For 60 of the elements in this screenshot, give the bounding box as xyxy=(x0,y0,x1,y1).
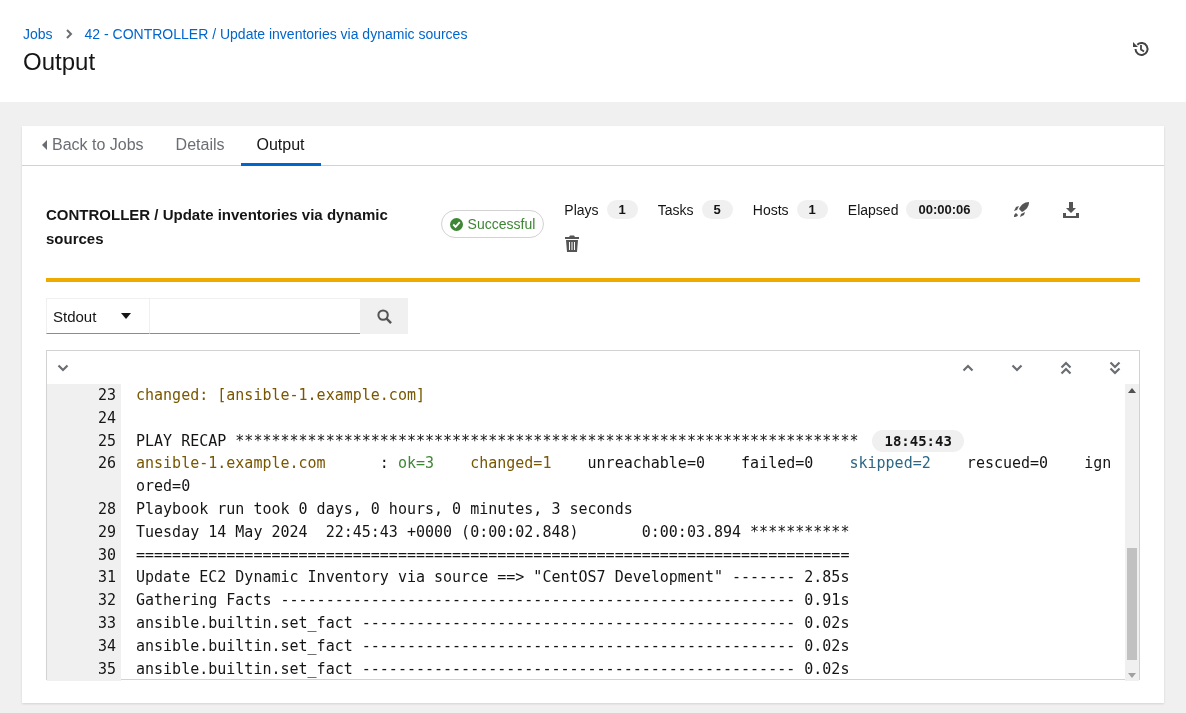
download-icon[interactable] xyxy=(1062,200,1081,219)
log-line: ansible.builtin.set_fact ------------------------------------------------ 0.02s xyxy=(136,635,850,657)
line-number: 28 xyxy=(96,499,117,520)
scroll-down-icon xyxy=(1128,673,1136,678)
log-line: ansible.builtin.set_fact ------------------------------------------------ 0.02s xyxy=(136,612,850,634)
scrollbar-thumb[interactable] xyxy=(1127,548,1137,660)
search-field[interactable] xyxy=(150,298,360,334)
count-label: Elapsed xyxy=(847,201,899,218)
log-line: Playbook run took 0 days, 0 hours, 0 minutes, 3 seconds xyxy=(136,499,633,520)
count-badge: 00:00:06 xyxy=(906,200,983,219)
trash-icon[interactable] xyxy=(564,235,581,252)
line-number: 29 xyxy=(96,521,117,543)
line-number: 25 xyxy=(96,430,117,452)
page-title: Output xyxy=(23,48,97,76)
log-line: changed: [ansible-1.example.com] xyxy=(136,385,425,406)
double-chevron-down-icon[interactable] xyxy=(1109,360,1121,375)
scroll-up-icon xyxy=(1128,388,1136,393)
line-number: 24 xyxy=(96,407,117,429)
line-number: 30 xyxy=(96,544,117,566)
log-line: ansible.builtin.set_fact ------------------------------------------------ 0.02s xyxy=(136,658,850,680)
line-number: 31 xyxy=(96,567,117,589)
job-title: CONTROLLER / Update inventories via dynamic sources xyxy=(46,205,389,249)
tab[interactable]: Details xyxy=(159,126,241,166)
tab[interactable]: Back to Jobs xyxy=(42,126,160,166)
log-line: PLAY RECAP ********************************************************************* xyxy=(136,430,859,452)
timestamp-badge: 18:45:43 xyxy=(872,429,964,452)
count-label: Hosts xyxy=(752,201,789,218)
line-number: 26 xyxy=(96,453,117,475)
chevron-right-icon xyxy=(64,29,73,39)
log-line: Update EC2 Dynamic Inventory via source ==> "CentOS7 Development" ------- 2.85s xyxy=(136,567,850,589)
count-badge: 1 xyxy=(606,200,638,219)
log-line: Tuesday 14 May 2024 22:45:43 +0000 (0:00:02.848) 0:00:03.894 *********** xyxy=(136,521,850,543)
line-number: 34 xyxy=(96,635,117,657)
line-number: 33 xyxy=(96,612,117,634)
line-number: 32 xyxy=(96,590,117,612)
history-icon[interactable] xyxy=(1132,40,1150,58)
search-button[interactable] xyxy=(360,298,408,334)
search-icon xyxy=(376,308,392,324)
breadcrumb-link[interactable]: 42 - CONTROLLER / Update inventories via dynamic sources xyxy=(84,26,468,42)
count-label: Plays xyxy=(564,201,599,218)
breadcrumb-link[interactable]: Jobs xyxy=(23,26,53,42)
log-line: Gathering Facts --------------------------------------------------------- 0.91s xyxy=(136,590,850,612)
rocket-icon[interactable] xyxy=(1012,200,1031,219)
chevron-down-icon[interactable] xyxy=(1011,363,1023,372)
collapse-chevron-icon[interactable] xyxy=(57,363,69,372)
count-badge: 5 xyxy=(701,200,733,219)
log-line: =============================================================================== xyxy=(136,544,850,566)
double-chevron-up-icon[interactable] xyxy=(1060,360,1072,375)
check-circle-icon xyxy=(449,217,463,231)
line-number: 23 xyxy=(96,385,117,406)
caret-left-icon xyxy=(42,139,47,150)
scrollbar[interactable] xyxy=(1125,384,1139,681)
count-label: Tasks xyxy=(657,201,694,218)
log-line: ansible-1.example.com : ok=3 changed=1 unreachable=0 failed=0 skipped=2 rescued=0 ignored=0 xyxy=(136,453,1113,498)
tab[interactable]: Output xyxy=(240,126,321,166)
caret-down-icon xyxy=(121,313,131,319)
line-number: 35 xyxy=(96,658,117,680)
stream-dropdown[interactable]: Stdout xyxy=(46,298,150,334)
count-badge: 1 xyxy=(796,200,828,219)
chevron-up-icon[interactable] xyxy=(962,363,974,372)
